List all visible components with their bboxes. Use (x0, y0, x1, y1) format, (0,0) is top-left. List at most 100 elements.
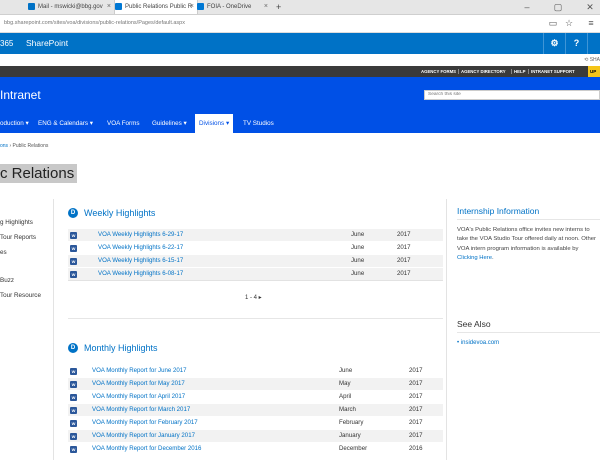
divider (511, 69, 512, 74)
top-link-agency-forms[interactable]: AGENCY FORMS (421, 66, 456, 77)
internship-heading: Internship Information (457, 206, 540, 216)
monthly-row-link[interactable]: VOA Monthly Report for June 2017 (92, 367, 187, 374)
weekly-highlights-icon: D (68, 208, 78, 218)
monthly-row-link[interactable]: VOA Monthly Report for January 2017 (92, 432, 195, 439)
site-title[interactable]: Intranet (0, 88, 41, 102)
breadcrumb-separator: › (9, 143, 12, 149)
monthly-row-link[interactable]: VOA Monthly Report for April 2017 (92, 393, 185, 400)
weekly-row-month: June (351, 244, 365, 251)
help-icon[interactable]: ? (565, 33, 587, 54)
section-divider (68, 318, 443, 319)
quicklaunch-item-es[interactable]: es (0, 249, 7, 256)
weekly-row-year: 2017 (397, 231, 411, 238)
nav-item-divisions[interactable]: Divisions ▾ (195, 114, 234, 133)
nav-item-guidelines[interactable]: Guidelines ▾ (152, 114, 187, 133)
section-divider (457, 332, 600, 333)
hub-menu-icon[interactable]: ≡ (586, 18, 596, 28)
top-yellow-button[interactable]: UP (588, 66, 600, 77)
top-link-help[interactable]: HELP (514, 66, 525, 77)
weekly-row-year: 2017 (397, 270, 411, 277)
internship-link[interactable]: Clicking Here (457, 255, 492, 261)
quicklaunch-item-highlights[interactable]: g Highlights (0, 219, 33, 226)
monthly-row-year: 2017 (409, 406, 423, 413)
minimize-icon[interactable]: – (522, 2, 532, 12)
weekly-row-link[interactable]: VOA Weekly Highlights 6-15-17 (98, 257, 183, 264)
onedrive-icon (197, 2, 204, 10)
column-divider (53, 199, 54, 460)
maximize-icon[interactable]: ▢ (553, 2, 563, 12)
search-input[interactable] (424, 90, 600, 100)
breadcrumb: ons › Public Relations (0, 143, 48, 149)
tab-label: FOIA - OneDrive (207, 4, 252, 10)
share-button[interactable]: ⟲ SHA (584, 54, 600, 66)
account-area[interactable] (587, 33, 600, 54)
top-link-agency-directory[interactable]: AGENCY DIRECTORY (461, 66, 506, 77)
weekly-row-link[interactable]: VOA Weekly Highlights 6-08-17 (98, 270, 183, 277)
monthly-row-month: April (339, 393, 352, 400)
nav-item-tv-studios[interactable]: TV Studios (243, 114, 274, 133)
top-link-intranet-support[interactable]: INTRANET SUPPORT (531, 66, 575, 77)
monthly-row-year: 2017 (409, 393, 423, 400)
internship-period: . (492, 254, 494, 261)
browser-tab-mail[interactable]: Mail - mswicki@bbg.gov × (28, 0, 114, 14)
weekly-row-year: 2017 (397, 244, 411, 251)
url-field[interactable]: bbg.sharepoint.com/sites/voa/divisions/p… (4, 15, 185, 32)
weekly-row-link[interactable]: VOA Weekly Highlights 6-29-17 (98, 231, 183, 238)
office365-brand[interactable]: 365 (0, 33, 13, 54)
section-divider (457, 219, 600, 220)
monthly-row-month: February (339, 419, 364, 426)
outlook-icon (28, 2, 35, 10)
monthly-row-link[interactable]: VOA Monthly Report for March 2017 (92, 406, 190, 413)
sharepoint-app-title[interactable]: SharePoint (26, 33, 68, 54)
weekly-row-link[interactable]: VOA Weekly Highlights 6-22-17 (98, 244, 183, 251)
share-label: SHA (589, 57, 600, 63)
document-icon: W (70, 381, 77, 388)
monthly-row-month: January (339, 432, 361, 439)
monthly-row-link[interactable]: VOA Monthly Report for February 2017 (92, 419, 198, 426)
see-also-link[interactable]: • insidevoa.com (457, 340, 499, 346)
document-icon: W (70, 271, 77, 278)
close-icon[interactable]: × (190, 0, 194, 14)
document-icon: W (70, 420, 77, 427)
divider (528, 69, 529, 74)
weekly-highlights-heading[interactable]: Weekly Highlights (84, 208, 155, 218)
monthly-row-month: May (339, 380, 351, 387)
quicklaunch-item-buzz[interactable]: Buzz (0, 277, 14, 284)
address-bar: bbg.sharepoint.com/sites/voa/divisions/p… (0, 15, 600, 33)
document-icon: W (70, 245, 77, 252)
document-icon: W (70, 433, 77, 440)
new-tab-button[interactable]: + (276, 0, 286, 14)
document-icon: W (70, 258, 77, 265)
close-icon[interactable]: × (107, 0, 111, 14)
nav-item-eng-calendars[interactable]: ENG & Calendars ▾ (38, 114, 93, 133)
browser-tab-public-relations[interactable]: Public Relations Public R × (114, 0, 198, 14)
internship-body: VOA's Public Relations office invites ne… (457, 227, 596, 252)
quicklaunch-item-tour-reports[interactable]: Tour Reports (0, 234, 36, 241)
see-also-heading: See Also (457, 319, 491, 329)
browser-tab-foia[interactable]: FOIA - OneDrive × (197, 0, 271, 14)
share-row: ⟲ SHA (0, 54, 600, 66)
monthly-row-link[interactable]: VOA Monthly Report for December 2016 (92, 445, 201, 452)
favorite-star-icon[interactable]: ☆ (564, 18, 574, 28)
breadcrumb-link-divisions[interactable]: ons (0, 143, 8, 149)
breadcrumb-current: Public Relations (12, 143, 49, 149)
sharepoint-icon (115, 2, 122, 10)
monthly-highlights-heading[interactable]: Monthly Highlights (84, 343, 158, 353)
top-links-bar: AGENCY FORMS AGENCY DIRECTORY HELP INTRA… (0, 66, 600, 77)
close-window-icon[interactable]: ✕ (585, 2, 595, 12)
close-icon[interactable]: × (264, 0, 268, 14)
suite-bar: 365 SharePoint ⚙ ? (0, 33, 600, 54)
quicklaunch-item-tour-resource[interactable]: Tour Resource (0, 292, 41, 299)
nav-item-voa-forms[interactable]: VOA Forms (107, 114, 140, 133)
monthly-row-year: 2017 (409, 380, 423, 387)
weekly-row-month: June (351, 270, 365, 277)
monthly-row-month: June (339, 367, 353, 374)
settings-gear-icon[interactable]: ⚙ (543, 33, 565, 54)
see-also-link-label: insidevoa.com (460, 340, 500, 346)
monthly-row-link[interactable]: VOA Monthly Report for May 2017 (92, 380, 185, 387)
tab-label: Mail - mswicki@bbg.gov (38, 4, 103, 10)
monthly-highlights-icon: D (68, 343, 78, 353)
nav-item-introduction[interactable]: oduction ▾ (0, 114, 29, 133)
weekly-pager[interactable]: 1 - 4 ▸ (245, 294, 262, 301)
reading-view-icon[interactable]: ▭ (548, 18, 558, 28)
